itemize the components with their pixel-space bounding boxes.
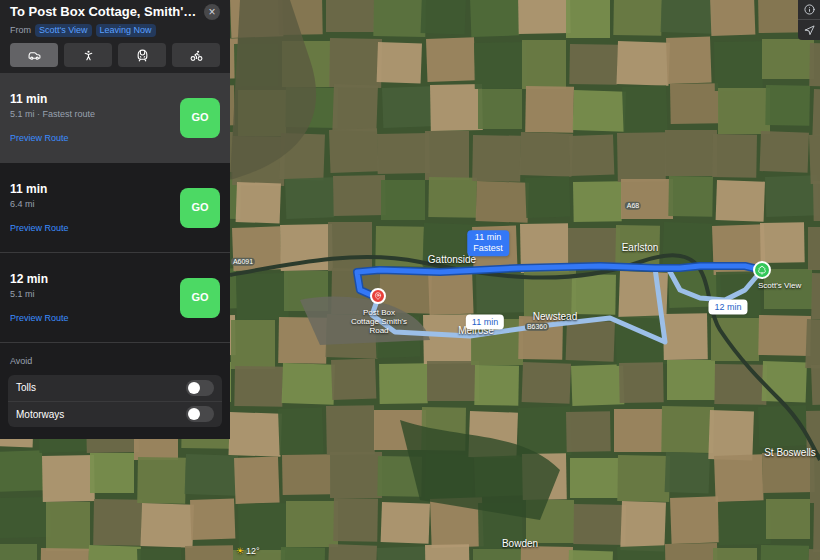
route-line[interactable] — [372, 268, 665, 342]
avoid-option: Motorways — [8, 401, 222, 427]
time-chip[interactable]: Leaving Now — [96, 24, 156, 38]
avoid-list: Tolls Motorways — [8, 375, 222, 427]
avoid-heading: Avoid — [0, 343, 230, 375]
place-label: St Boswells — [760, 447, 820, 458]
transport-mode-tab[interactable] — [118, 43, 166, 67]
maps-app: EarlstonGattonsideMelroseNewsteadSt Bosw… — [0, 0, 820, 560]
route-time-badge[interactable]: 11 min — [466, 315, 504, 330]
map-controls — [798, 0, 820, 40]
route-detail: 6.4 mi — [10, 198, 180, 212]
panel-header: To Post Box Cottage, Smith'…× From Scott's… — [0, 0, 230, 73]
place-label: Earlston — [610, 242, 670, 253]
go-button[interactable]: GO — [180, 98, 220, 138]
road-number: A68 — [625, 202, 641, 210]
transport-mode-tab[interactable] — [64, 43, 112, 67]
weather: ☀12° — [236, 545, 260, 559]
from-label: From — [10, 24, 31, 38]
route-option[interactable]: 11 min5.1 mi · Fastest route Preview Rout… — [0, 73, 230, 163]
transport-mode-tab[interactable] — [10, 43, 58, 67]
route-time-badge[interactable]: 11 minFastest — [467, 230, 509, 256]
transport-modes — [10, 43, 220, 67]
weather-icon: ☀ — [236, 545, 244, 559]
route-time: 12 min — [10, 270, 180, 288]
close-button[interactable]: × — [204, 4, 220, 20]
preview-route-link[interactable]: Preview Route — [10, 132, 180, 146]
toggle-switch[interactable] — [186, 406, 214, 422]
avoid-option-label: Motorways — [16, 407, 64, 422]
transport-mode-tab[interactable] — [172, 43, 220, 67]
route-line[interactable] — [655, 268, 762, 300]
destination-pin-icon[interactable] — [370, 288, 386, 304]
origin-pin-icon[interactable] — [753, 261, 771, 279]
location-icon[interactable] — [798, 20, 820, 40]
route-time: 11 min — [10, 180, 180, 198]
route-time-badge[interactable]: 12 min — [708, 300, 747, 315]
destination-label: Post Box Cottage Smith's Road — [348, 308, 410, 336]
place-label: Bowden — [490, 538, 550, 549]
toggle-switch[interactable] — [186, 380, 214, 396]
route-option[interactable]: 11 min6.4 mi Preview RouteGO — [0, 163, 230, 253]
origin-label: Scott's View — [758, 280, 801, 292]
temperature: 12° — [246, 545, 260, 559]
place-label: Newstead — [525, 311, 585, 322]
route-time: 11 min — [10, 90, 180, 108]
go-button[interactable]: GO — [180, 278, 220, 318]
route-line[interactable] — [357, 266, 762, 298]
from-chip[interactable]: Scott's View — [35, 24, 92, 38]
route-detail: 5.1 mi · Fastest route — [10, 108, 180, 122]
road-number: A6091 — [231, 258, 255, 266]
from-row: From Scott's View Leaving Now — [10, 24, 220, 38]
route-detail: 5.1 mi — [10, 288, 180, 302]
route-option[interactable]: 12 min5.1 mi Preview RouteGO — [0, 253, 230, 343]
go-button[interactable]: GO — [180, 188, 220, 228]
avoid-option: Tolls — [8, 375, 222, 401]
preview-route-link[interactable]: Preview Route — [10, 312, 180, 326]
directions-panel: To Post Box Cottage, Smith'…× From Scott's… — [0, 0, 230, 439]
preview-route-link[interactable]: Preview Route — [10, 222, 180, 236]
info-icon[interactable] — [798, 0, 820, 20]
avoid-option-label: Tolls — [16, 380, 36, 395]
panel-title: To Post Box Cottage, Smith'… — [10, 2, 200, 22]
road-number: B6360 — [525, 323, 549, 331]
